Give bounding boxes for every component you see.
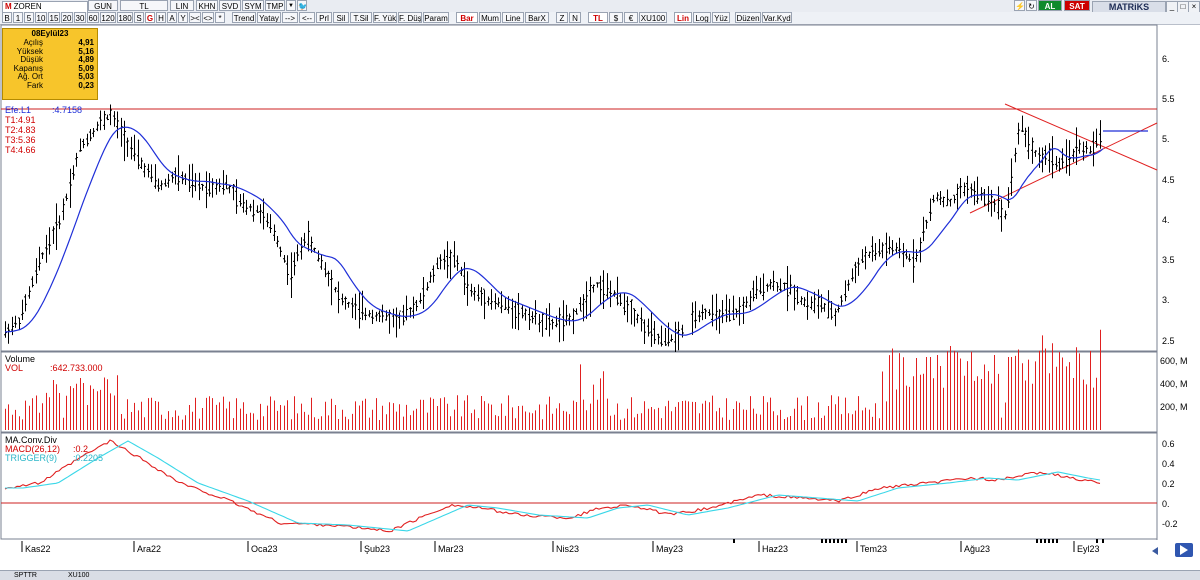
efe-value: :4.7158 xyxy=(52,105,82,115)
macd-axis-label: 0. xyxy=(1162,499,1170,509)
volume-panel xyxy=(0,351,1158,433)
date-label: Haz23 xyxy=(762,544,788,554)
date-label: Mar23 xyxy=(438,544,464,554)
macd-axis-label: -0.2 xyxy=(1162,519,1178,529)
t3-label: T3:5.36 xyxy=(5,135,36,145)
t2-label: T2:4.83 xyxy=(5,125,36,135)
date-label: Ağu23 xyxy=(964,544,990,554)
volume-axis-label: 200, M xyxy=(1160,402,1188,412)
price-axis-label: 6. xyxy=(1162,54,1170,64)
price-axis-label: 5.5 xyxy=(1162,94,1175,104)
trigger-value: :0.2205 xyxy=(73,453,103,463)
date-label: May23 xyxy=(656,544,683,554)
date-label: Nis23 xyxy=(556,544,579,554)
chart-area[interactable]: 6. 5.5 5. 4.5 4. 3.5 3. 2.5 600, M 400, … xyxy=(0,0,1200,570)
macd-panel xyxy=(0,432,1158,540)
date-label: Oca23 xyxy=(251,544,278,554)
trigger-line xyxy=(5,440,1101,532)
vol-label: VOL xyxy=(5,363,23,373)
macd-axis-label: 0.4 xyxy=(1162,459,1175,469)
macd-axis-label: 0.2 xyxy=(1162,479,1175,489)
macd-line xyxy=(4,439,1101,533)
volume-axis-label: 600, M xyxy=(1160,356,1188,366)
volume-axis-label: 400, M xyxy=(1160,379,1188,389)
price-axis-label: 3. xyxy=(1162,295,1170,305)
date-label: Şub23 xyxy=(364,544,390,554)
efe-label: Efe.L1 xyxy=(5,105,31,115)
price-axis-label: 4. xyxy=(1162,215,1170,225)
macd-axis-label: 0.6 xyxy=(1162,439,1175,449)
scroll-left-icon[interactable] xyxy=(1152,547,1158,555)
price-axis-label: 4.5 xyxy=(1162,175,1175,185)
price-axis-label: 2.5 xyxy=(1162,336,1175,346)
price-bars xyxy=(4,104,1102,353)
price-axis-label: 5. xyxy=(1162,134,1170,144)
moving-average-line xyxy=(4,126,1104,336)
date-label: Eyl23 xyxy=(1077,544,1100,554)
t4-label: T4:4.66 xyxy=(5,145,36,155)
volume-bars xyxy=(5,329,1101,430)
vol-value: :642.733.000 xyxy=(50,363,103,373)
price-axis-label: 3.5 xyxy=(1162,255,1175,265)
date-label: Ara22 xyxy=(137,544,161,554)
price-panel xyxy=(0,24,1158,352)
trigger-label: TRIGGER(9) xyxy=(5,453,57,463)
date-label: Tem23 xyxy=(860,544,887,554)
event-markers xyxy=(733,539,1104,543)
t1-label: T1:4.91 xyxy=(5,115,36,125)
date-label: Kas22 xyxy=(25,544,51,554)
